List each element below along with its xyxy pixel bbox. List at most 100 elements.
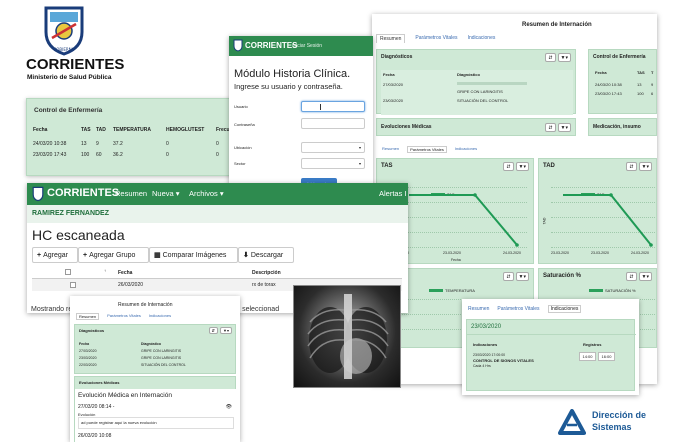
tad-point — [609, 193, 613, 197]
nav-resumen[interactable]: Resumen — [115, 189, 147, 198]
table-cell: GRIPE CON LARINGITIS — [141, 356, 182, 360]
descargar-label: Descargar — [250, 251, 284, 259]
table-cell: 13 — [81, 141, 87, 147]
table-cell: 22/03/2020 — [79, 363, 97, 367]
tab-parametros[interactable]: Parámetros Vitales — [497, 306, 539, 313]
filter-icon[interactable]: ▼▾ — [557, 53, 571, 62]
tab-resumen[interactable]: Resumen — [382, 146, 399, 153]
table-cell: 37.2 — [113, 141, 123, 147]
tab-parametros[interactable]: Parámetros Vitales — [415, 34, 457, 43]
agregar-button[interactable]: + Agregar — [32, 247, 78, 263]
filter-icon[interactable]: ▼▾ — [220, 327, 232, 334]
table-cell: 0 — [216, 141, 219, 147]
filter-icon[interactable]: ▼▾ — [515, 162, 529, 171]
sort-icon[interactable]: ⇵ — [626, 272, 637, 281]
registro-time-button[interactable]: 16:00 — [598, 352, 615, 361]
table-row: 6 — [651, 91, 654, 96]
patient-name: RAMIREZ FERNANDEZ — [32, 210, 109, 217]
col-tas: TAS — [81, 127, 91, 133]
registro-time-button[interactable]: 14:00 — [579, 352, 596, 361]
row-checkbox[interactable] — [70, 282, 76, 288]
sort-icon[interactable]: ⇵ — [545, 123, 556, 132]
ministry-name: Ministerio de Salud Pública — [27, 74, 112, 81]
table-cell: 0 — [216, 152, 219, 158]
direccion-text: Dirección de — [592, 410, 647, 420]
sort-icon[interactable]: ⇵ — [626, 162, 637, 171]
x-tick: 23-03-2020 — [551, 251, 569, 255]
location-label: Ubicación — [234, 145, 252, 150]
panel-title: Control de Enfermería — [34, 107, 103, 114]
table-row: 24/03/20 10:38 — [595, 82, 622, 87]
evolucion-text: ad puede registrar aquí la nueva evoluci… — [81, 420, 157, 425]
sort-icon[interactable]: ⇵ — [503, 272, 514, 281]
panel-title: Diagnósticos — [381, 54, 413, 60]
tabs: Resumen Parámetros Vitales Indicaciones — [76, 313, 171, 320]
legend-label: TEMPERATURA — [445, 288, 475, 293]
filter-icon[interactable]: ▼▾ — [557, 123, 571, 132]
chevron-down-icon: ▾ — [358, 145, 361, 150]
agregar-label: Agregar — [43, 251, 68, 259]
tab-resumen[interactable]: Resumen — [468, 306, 489, 313]
descargar-button[interactable]: ⬇ Descargar — [238, 247, 294, 263]
direccion-sistemas-logo: Dirección de Sistemas — [558, 408, 668, 438]
enfermeria-mini-panel: Control de Enfermería Fecha TAS T 24/03/… — [588, 49, 657, 114]
header-login-link[interactable]: Iniciar Sesión — [292, 43, 322, 49]
tab-resumen[interactable]: Resumen — [76, 313, 100, 320]
tab-indicaciones[interactable]: Indicaciones — [149, 313, 171, 320]
filter-icon[interactable]: ▼▾ — [638, 162, 652, 171]
tad-series-line — [563, 194, 652, 246]
eye-icon[interactable]: 👁 — [226, 404, 232, 410]
table-cell: 36.2 — [113, 152, 123, 158]
table-header: ↑ Fecha Descripción — [32, 267, 402, 279]
filter-icon[interactable]: ▼▾ — [515, 272, 529, 281]
download-icon: ⬇ — [243, 252, 249, 259]
select-all-checkbox[interactable] — [65, 269, 71, 275]
sistemas-text: Sistemas — [592, 422, 632, 432]
sort-icon[interactable]: ⇵ — [545, 53, 556, 62]
table-cell: 24/03/20 10:38 — [33, 141, 67, 147]
password-input[interactable] — [301, 118, 365, 129]
agregar-grupo-label: Agregar Grupo — [89, 251, 136, 259]
diagnosticos-panel: Diagnósticos ⇵ ▼▾ Fecha Diagnóstico 27/0… — [376, 49, 576, 115]
grid-icon: ▦ — [154, 252, 161, 259]
agregar-grupo-button[interactable]: + Agregar Grupo — [78, 247, 149, 263]
x-tick: 24-03-2020 — [503, 251, 521, 255]
user-input[interactable] — [301, 101, 365, 112]
chart-title: TAS — [381, 163, 393, 169]
tab-parametros[interactable]: Parámetros Vitales — [107, 313, 141, 320]
evoluciones-panel: Evoluciones Médicas Evolución Médica en … — [74, 376, 237, 442]
tab-indicaciones[interactable]: Indicaciones — [455, 146, 477, 153]
location-select[interactable]: ▾ — [301, 142, 365, 153]
filter-icon[interactable]: ▼▾ — [638, 272, 652, 281]
col-diagnostico: Diagnóstico — [457, 72, 480, 77]
col-diagnostico: Diagnóstico — [141, 342, 162, 346]
legend-swatch — [429, 289, 443, 292]
comparar-imagenes-button[interactable]: ▦ Comparar Imágenes — [149, 247, 238, 263]
nav-nueva[interactable]: Nueva ▾ — [152, 189, 180, 198]
table-cell: 0 — [166, 141, 169, 147]
col-tad: TAD — [96, 127, 106, 133]
nav-alertas[interactable]: Alertas I — [379, 189, 407, 198]
x-tick: 24-03-2020 — [631, 251, 649, 255]
nav-archivos[interactable]: Archivos ▾ — [189, 189, 224, 198]
table-cell: 9 — [96, 141, 99, 147]
evolucion-date: 27/03/20 08:14 - — [78, 404, 115, 410]
col-fecha: Fecha — [33, 127, 48, 133]
top-tabs: Resumen Parámetros Vitales Indicaciones — [376, 34, 495, 43]
tad-chart-panel: TAD ⇵ ▼▾ TAD TAD 23-03-2020 23-03-2020 2… — [538, 158, 657, 264]
sort-icon[interactable]: ⇵ — [503, 162, 514, 171]
medicacion-panel: Medicación, insumo — [588, 118, 657, 136]
col: T — [651, 70, 654, 75]
evolucion-textarea[interactable]: ad puede registrar aquí la nueva evoluci… — [78, 417, 234, 429]
sector-select[interactable]: ▾ — [301, 158, 365, 169]
tab-parametros[interactable]: Parámetros Vitales — [407, 146, 447, 153]
window-title: Resumen de Internación — [522, 22, 592, 28]
sort-icon[interactable]: ⇵ — [208, 327, 219, 334]
sistemas-logo-icon — [558, 409, 586, 435]
tab-indicaciones[interactable]: Indicaciones — [468, 34, 496, 43]
tab-resumen[interactable]: Resumen — [376, 34, 406, 43]
y-axis-label: TAD — [542, 217, 547, 225]
col: TAS — [637, 70, 645, 75]
page-title: HC escaneada — [32, 227, 125, 243]
tab-indicaciones[interactable]: Indicaciones — [547, 305, 582, 313]
